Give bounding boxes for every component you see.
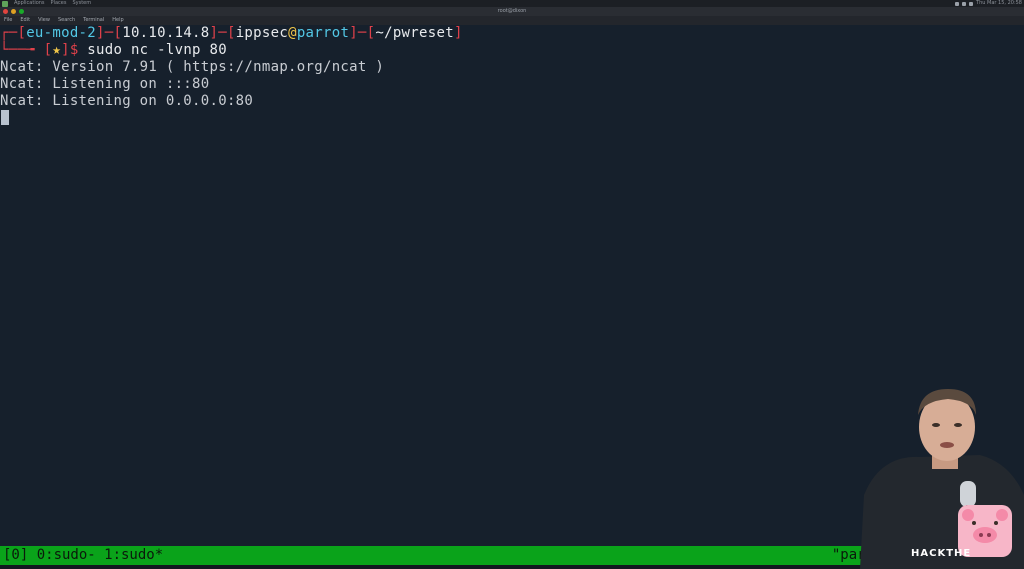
brand-watermark: HACKTHE — [911, 548, 972, 559]
menu-view[interactable]: View — [38, 16, 50, 25]
prompt-star-icon: ★ — [52, 42, 62, 58]
window-titlebar[interactable]: root@dixon — [0, 7, 1024, 16]
prompt-corner-bottom: └──╼ [ — [0, 42, 53, 58]
bluetooth-icon[interactable] — [962, 1, 967, 6]
output-line: Ncat: Version 7.91 ( https://nmap.org/nc… — [0, 59, 385, 75]
prompt-corner-top: ┌─[ — [0, 25, 27, 41]
prompt-machine: parrot — [296, 25, 350, 41]
prompt-path: ~/pwreset — [375, 25, 454, 41]
volume-icon[interactable] — [969, 1, 974, 6]
window-title: root@dixon — [497, 8, 527, 14]
prompt-user: ippsec — [235, 25, 289, 41]
presenter-video — [860, 389, 1024, 569]
panel-clock[interactable]: Thu Mar 15, 20:58 — [976, 0, 1022, 7]
prompt-line-1: ┌─[eu-mod-2]─[10.10.14.8]─[ippsec@parrot… — [0, 25, 463, 42]
prompt-separator: ]─[ — [209, 25, 236, 41]
terminal-menu-bar: File Edit View Search Terminal Help — [0, 16, 1024, 25]
output-line: Ncat: Listening on 0.0.0.0:80 — [0, 93, 254, 109]
prompt-close: ] — [453, 25, 463, 41]
prompt-dollar: ]$ — [61, 42, 88, 58]
system-panel: Applications Places System Thu Mar 15, 2… — [0, 0, 1024, 7]
menu-edit[interactable]: Edit — [20, 16, 30, 25]
webcam-overlay — [860, 385, 1024, 569]
menu-search[interactable]: Search — [58, 16, 75, 25]
prompt-host: eu-mod-2 — [26, 25, 97, 41]
prompt-separator: ]─[ — [349, 25, 376, 41]
panel-menu-system[interactable]: System — [72, 0, 91, 7]
output-line: Ncat: Listening on :::80 — [0, 76, 210, 92]
prompt-at: @ — [288, 25, 297, 41]
menu-terminal[interactable]: Terminal — [83, 16, 104, 25]
screen: Applications Places System Thu Mar 15, 2… — [0, 0, 1024, 569]
parrot-menu-icon[interactable] — [2, 0, 8, 7]
prompt-line-2: └──╼ [★]$ sudo nc -lvnp 80 — [0, 42, 227, 59]
menu-help[interactable]: Help — [112, 16, 123, 25]
panel-menu-applications[interactable]: Applications — [14, 0, 45, 7]
command-text: sudo nc -lvnp 80 — [87, 42, 227, 58]
panel-menu-places[interactable]: Places — [51, 0, 67, 7]
menu-file[interactable]: File — [4, 16, 12, 25]
terminal-cursor — [1, 110, 9, 125]
network-icon[interactable] — [955, 1, 960, 6]
prompt-ip: 10.10.14.8 — [122, 25, 210, 41]
tmux-window-list[interactable]: [0] 0:sudo- 1:sudo* — [3, 546, 163, 565]
prompt-separator: ]─[ — [96, 25, 123, 41]
